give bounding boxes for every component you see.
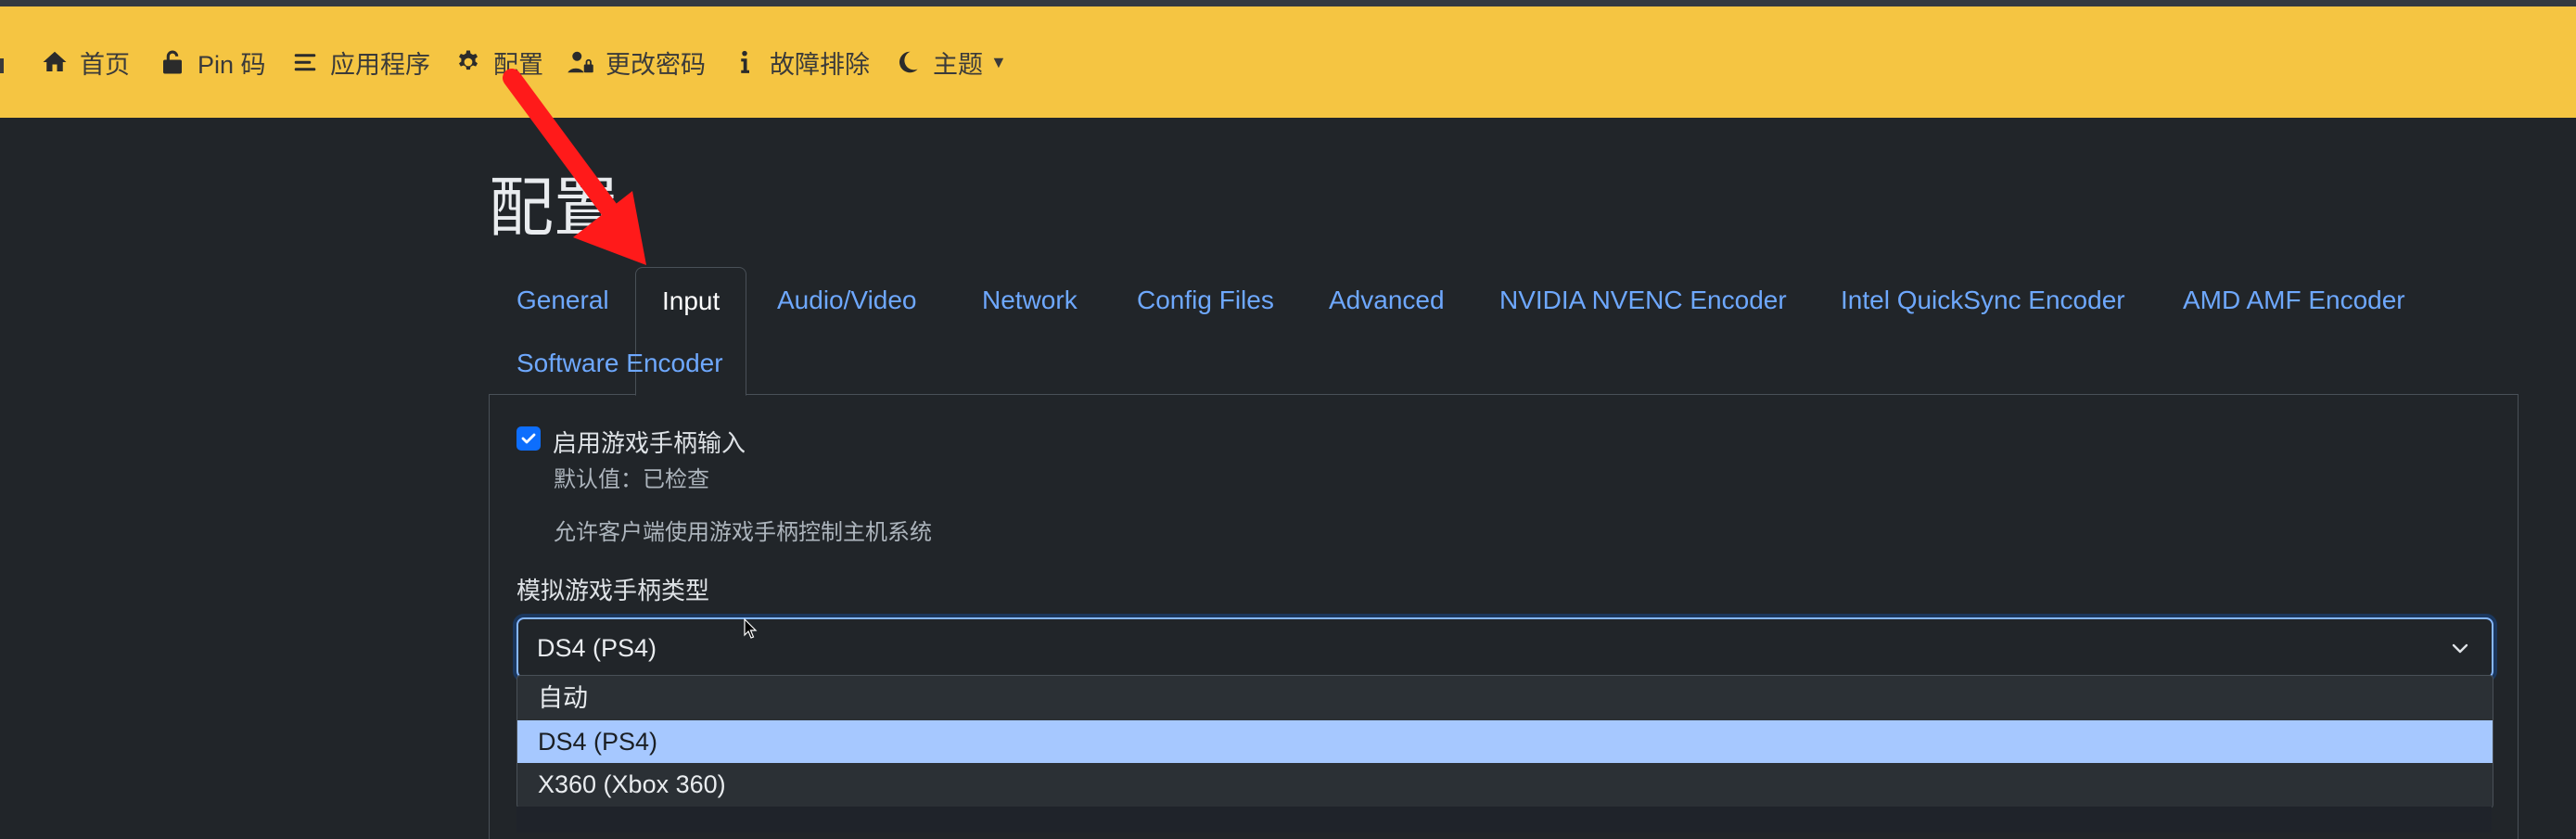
annotation-arrow-icon — [503, 69, 646, 265]
